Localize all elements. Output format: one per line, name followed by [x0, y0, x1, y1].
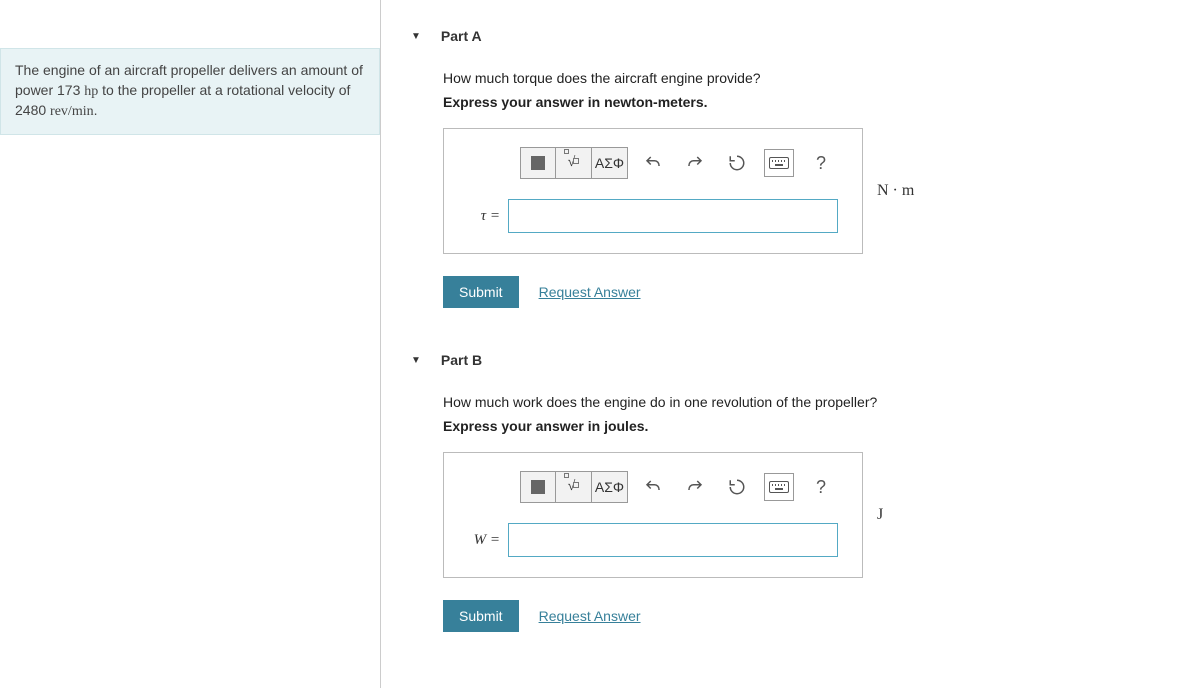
problem-text-3: .: [94, 102, 98, 118]
reset-button[interactable]: [722, 473, 752, 501]
reset-button[interactable]: [722, 149, 752, 177]
collapse-icon[interactable]: ▼: [411, 355, 421, 366]
keyboard-button[interactable]: [764, 149, 794, 177]
help-button[interactable]: ?: [806, 473, 836, 501]
toolbar-a: √ ΑΣΦ: [520, 147, 838, 179]
part-b-submit-button[interactable]: Submit: [443, 600, 519, 632]
part-b-input[interactable]: [508, 523, 838, 557]
velocity-unit: rev/min: [50, 104, 94, 119]
part-a-input[interactable]: [508, 199, 838, 233]
part-b-instruction: Express your answer in joules.: [443, 418, 1170, 434]
problem-statement: The engine of an aircraft propeller deli…: [0, 48, 380, 135]
part-a-unit: N · m: [877, 182, 914, 200]
part-a-answer-box: √ ΑΣΦ: [443, 128, 863, 254]
greek-button[interactable]: ΑΣΦ: [592, 147, 628, 179]
part-b-title: Part B: [441, 352, 482, 368]
toolbar-b: √ ΑΣΦ: [520, 471, 838, 503]
math-fraction-button[interactable]: √: [556, 471, 592, 503]
part-a-title: Part A: [441, 28, 482, 44]
part-a-question: How much torque does the aircraft engine…: [443, 70, 1170, 86]
greek-button[interactable]: ΑΣΦ: [592, 471, 628, 503]
part-b-answer-box: √ ΑΣΦ: [443, 452, 863, 578]
redo-button[interactable]: [680, 149, 710, 177]
power-unit: hp: [84, 84, 98, 99]
undo-button[interactable]: [638, 473, 668, 501]
part-a-request-answer[interactable]: Request Answer: [539, 284, 641, 300]
collapse-icon[interactable]: ▼: [411, 31, 421, 42]
part-b-variable: W =: [468, 532, 508, 549]
undo-button[interactable]: [638, 149, 668, 177]
part-a-variable: τ =: [468, 208, 508, 225]
keyboard-button[interactable]: [764, 473, 794, 501]
part-b-unit: J: [877, 506, 883, 524]
redo-button[interactable]: [680, 473, 710, 501]
part-b-question: How much work does the engine do in one …: [443, 394, 1170, 410]
part-b-section: ▼ Part B How much work does the engine d…: [411, 344, 1170, 632]
help-button[interactable]: ?: [806, 149, 836, 177]
math-fraction-button[interactable]: √: [556, 147, 592, 179]
part-a-submit-button[interactable]: Submit: [443, 276, 519, 308]
template-button[interactable]: [520, 147, 556, 179]
part-a-instruction: Express your answer in newton-meters.: [443, 94, 1170, 110]
part-a-section: ▼ Part A How much torque does the aircra…: [411, 20, 1170, 308]
template-button[interactable]: [520, 471, 556, 503]
